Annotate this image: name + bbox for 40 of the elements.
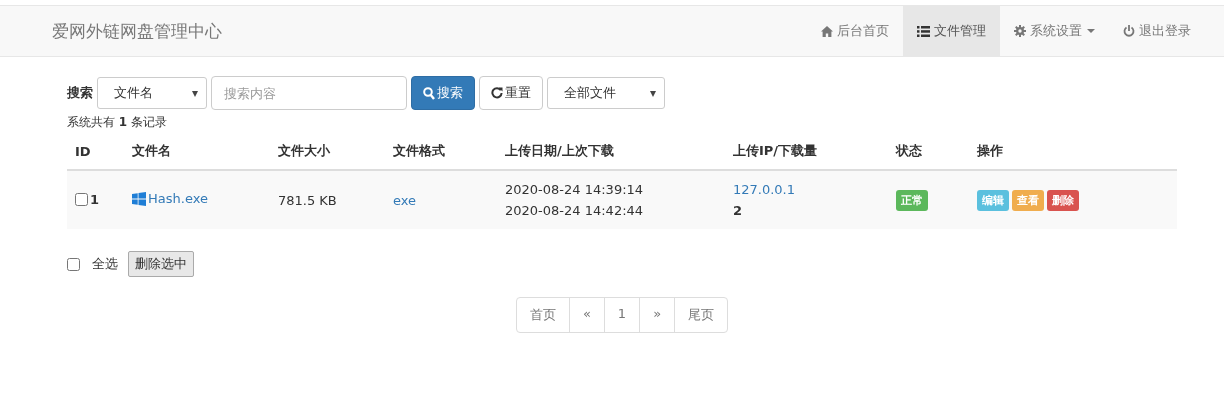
delete-selected-button[interactable]: 删除选中 bbox=[128, 251, 194, 277]
table-cell-text: 2020-08-24 14:42:44 bbox=[505, 202, 645, 220]
table-cell: 781.5 KB bbox=[278, 192, 337, 208]
dropdown-arrow-icon bbox=[192, 91, 198, 97]
windows-icon bbox=[132, 191, 146, 206]
page-link[interactable]: 尾页 bbox=[674, 298, 728, 332]
page-link[interactable]: 1 bbox=[603, 298, 640, 332]
search-field[interactable]: 搜索内容 bbox=[211, 76, 407, 110]
nav-item[interactable]: 文件管理 bbox=[903, 6, 1000, 56]
nav-item[interactable]: 系统设置 bbox=[1000, 6, 1109, 56]
select-all-checkbox[interactable] bbox=[67, 257, 80, 271]
list-icon bbox=[917, 25, 930, 37]
search-button[interactable]: 搜索 bbox=[411, 76, 475, 110]
format-link[interactable]: exe bbox=[393, 192, 417, 208]
home-icon bbox=[821, 25, 833, 37]
table-cell: 1 bbox=[90, 191, 100, 207]
brand-title[interactable]: 爱网外链网盘管理中心 bbox=[52, 19, 222, 43]
ip-link[interactable]: 127.0.0.1 bbox=[733, 179, 880, 200]
refresh-icon bbox=[491, 87, 503, 99]
dropdown-field[interactable]: 文件名 bbox=[97, 77, 207, 109]
dropdown-arrow-icon bbox=[650, 91, 656, 97]
table-cell-text: 2 bbox=[733, 202, 744, 220]
nav-item[interactable]: 退出登录 bbox=[1109, 6, 1205, 56]
page-link[interactable]: « bbox=[568, 298, 604, 332]
status-badge: 正常 bbox=[896, 189, 928, 211]
select-all-label: 全选 bbox=[92, 255, 118, 273]
page-link[interactable]: 首页 bbox=[516, 298, 569, 332]
power-icon bbox=[1123, 25, 1135, 37]
reset-button[interactable]: 重置 bbox=[479, 76, 543, 110]
page-link[interactable]: » bbox=[639, 298, 675, 332]
dropdown-field[interactable]: 全部文件 bbox=[547, 77, 665, 109]
table-cell-text: 2020-08-24 14:39:14 bbox=[505, 181, 645, 199]
record-count: 系统共有 1 条记录 bbox=[67, 114, 168, 131]
row-checkbox[interactable] bbox=[75, 192, 88, 206]
delete-button[interactable]: 删除 bbox=[1047, 189, 1079, 211]
search-label: 搜索 bbox=[67, 84, 93, 102]
nav-item[interactable]: 后台首页 bbox=[807, 6, 903, 56]
file-link[interactable]: Hash.exe bbox=[148, 191, 208, 207]
search-icon bbox=[423, 86, 435, 100]
gear-icon bbox=[1014, 25, 1026, 37]
